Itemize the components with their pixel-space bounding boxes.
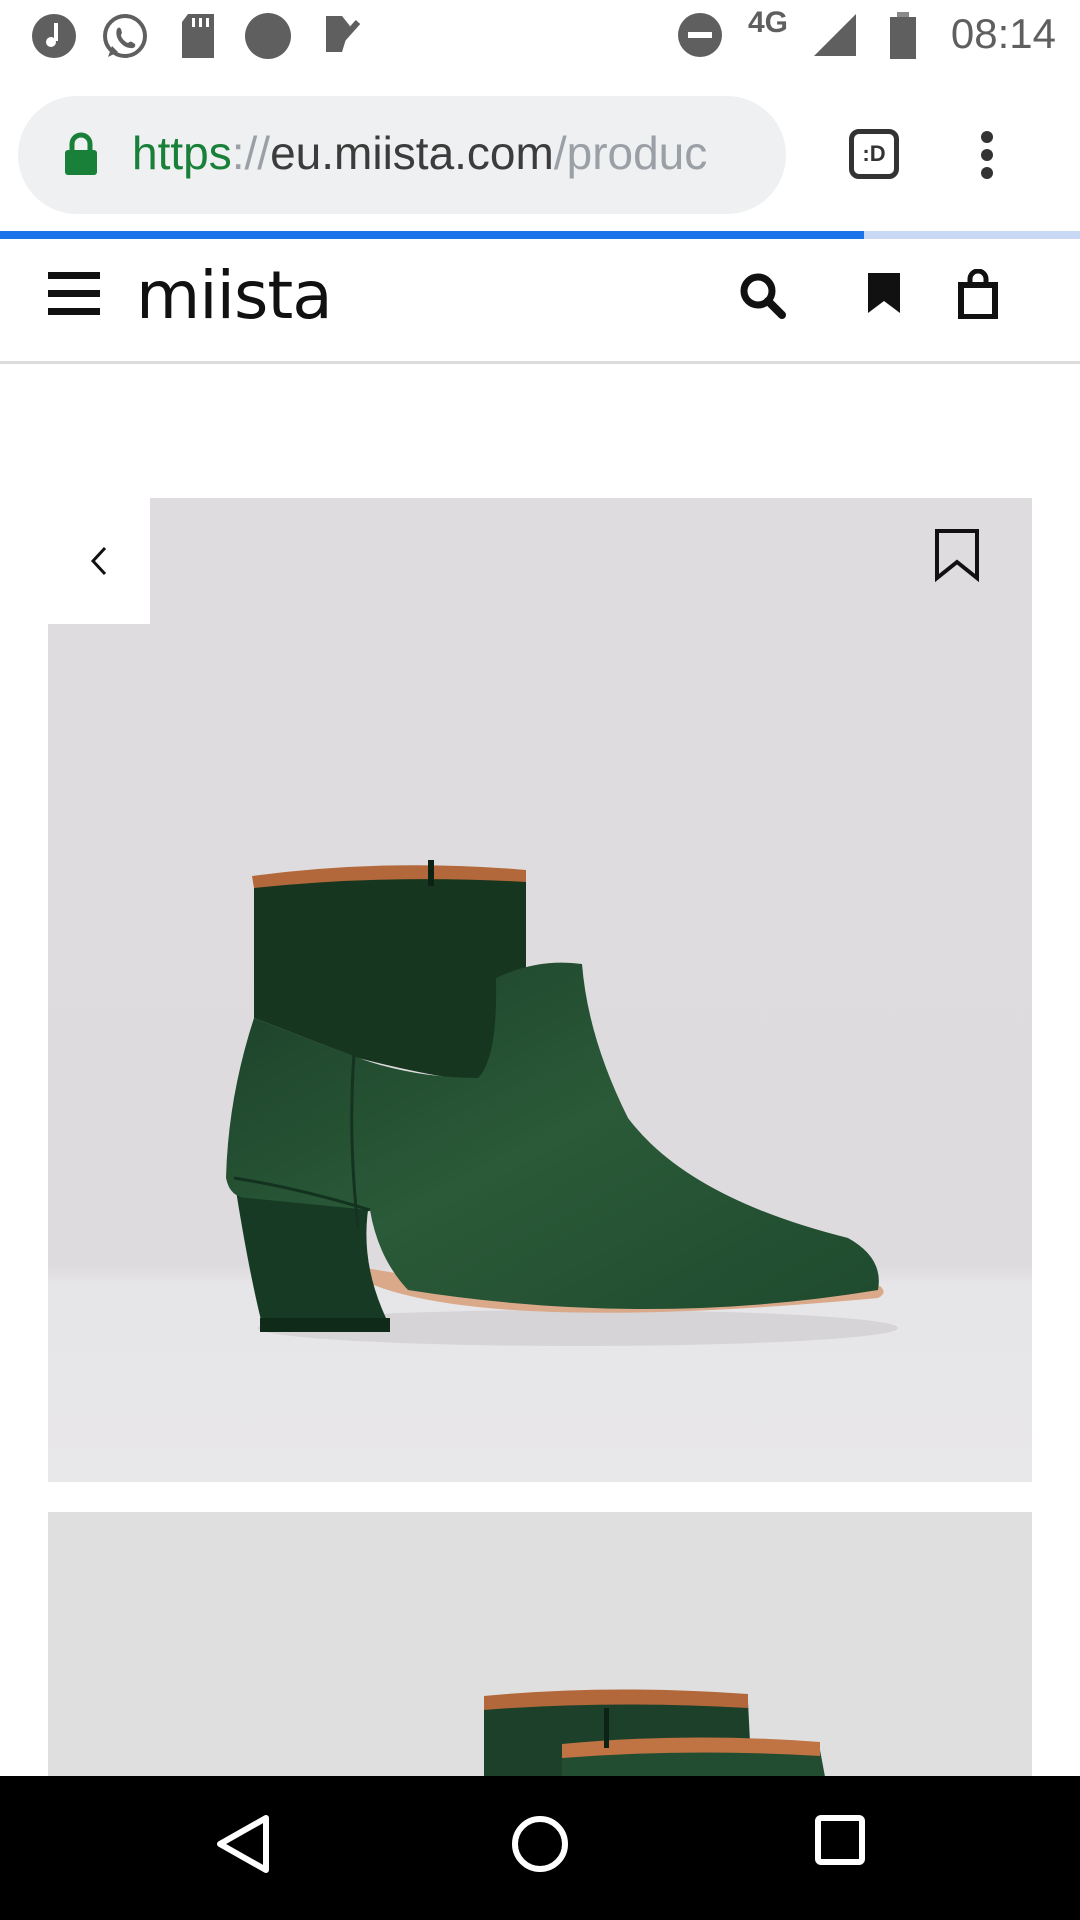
gallery-back-button[interactable] (48, 498, 150, 624)
shopping-bag-icon[interactable] (958, 269, 998, 319)
home-icon[interactable] (510, 1814, 570, 1874)
chevron-left-icon (90, 546, 107, 576)
url-separator: :// (231, 127, 271, 179)
page-load-progress (0, 231, 1080, 239)
signal-icon (814, 14, 856, 56)
hamburger-icon[interactable] (48, 271, 100, 317)
url-scheme: https (132, 127, 232, 179)
url-host: eu.miista.com (270, 127, 554, 179)
circle-icon (245, 13, 291, 59)
status-bar: 4G 08:14 (0, 0, 1080, 72)
kebab-menu-icon[interactable] (980, 130, 994, 180)
product-photo-boot-pair (48, 1512, 1032, 1782)
bookmark-icon[interactable] (866, 271, 902, 315)
whatsapp-icon (103, 14, 147, 58)
search-icon[interactable] (738, 271, 786, 319)
do-not-disturb-icon (678, 13, 722, 57)
url-text[interactable]: https://eu.miista.com/produc (132, 126, 772, 180)
battery-icon (890, 12, 916, 59)
page-load-progress-fill (0, 231, 864, 239)
wishlist-bookmark-icon[interactable] (934, 528, 980, 582)
product-photo-boot (48, 498, 1032, 1482)
music-icon (32, 14, 76, 58)
address-bar[interactable]: https://eu.miista.com/produc (18, 96, 786, 214)
product-image-main[interactable] (48, 498, 1032, 1482)
url-path: /produc (553, 127, 708, 179)
network-type: 4G (748, 6, 789, 39)
tab-switcher-button[interactable]: :D (849, 129, 899, 179)
product-image-secondary[interactable] (48, 1512, 1032, 1782)
system-navigation-bar (0, 1776, 1080, 1920)
task-check-icon (326, 16, 361, 52)
recents-icon[interactable] (814, 1814, 866, 1866)
site-header: miista (0, 239, 1080, 364)
lock-icon (65, 132, 97, 175)
sd-card-icon (182, 14, 214, 58)
back-icon[interactable] (214, 1814, 270, 1874)
clock: 08:14 (950, 10, 1056, 57)
site-logo[interactable]: miista (136, 257, 333, 334)
